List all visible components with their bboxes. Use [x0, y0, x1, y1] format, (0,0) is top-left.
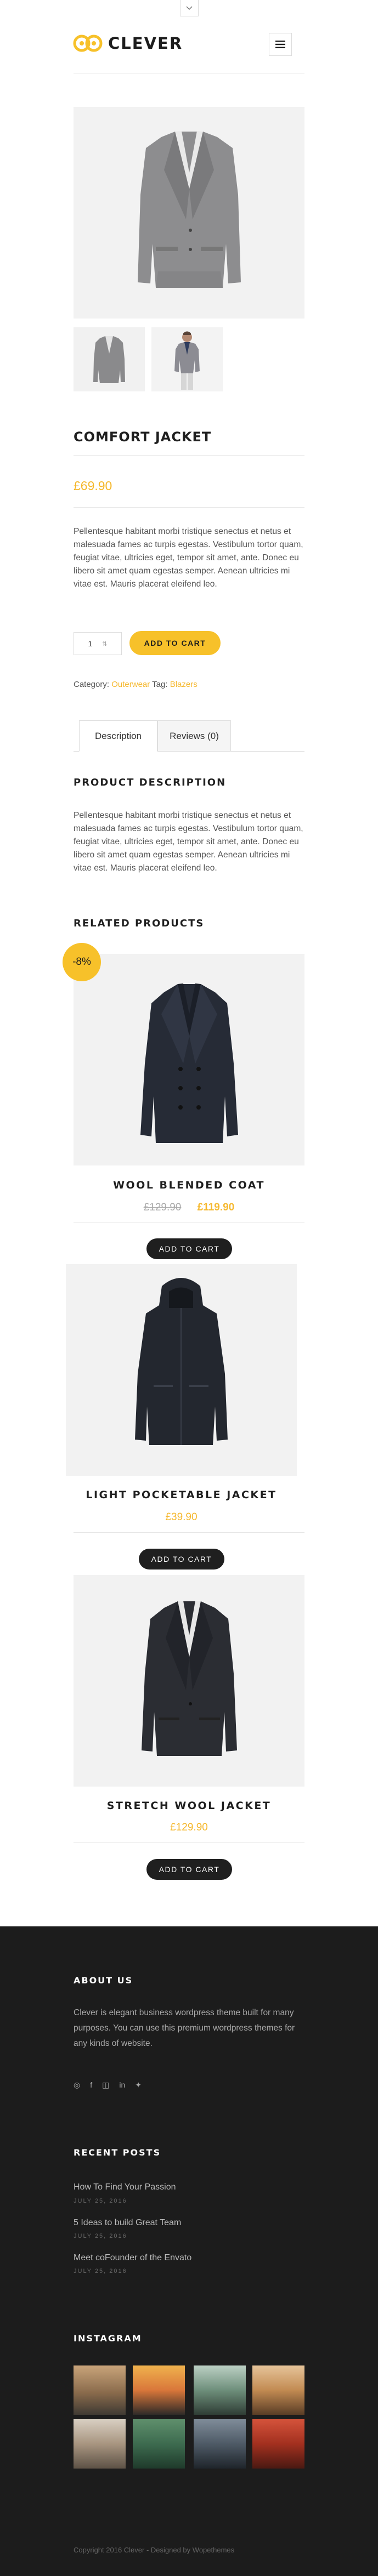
instagram-photo[interactable]	[194, 2419, 246, 2469]
product-thumbnail-1[interactable]	[74, 327, 145, 391]
twitter-icon[interactable]: ✦	[135, 2080, 142, 2090]
logo-text: CLEVER	[108, 34, 183, 53]
related-add-to-cart-button[interactable]: ADD TO CART	[146, 1238, 232, 1259]
facebook-icon[interactable]: f	[90, 2080, 92, 2090]
recent-posts-title: RECENT POSTS	[74, 2147, 161, 2158]
title-divider	[74, 455, 304, 456]
sale-badge: -8%	[63, 943, 101, 981]
copyright-text: Copyright 2016 Clever - Designed by Wope…	[74, 2546, 235, 2554]
instagram-photo[interactable]	[194, 2365, 246, 2415]
model-wearing-blazer-thumb	[174, 331, 200, 390]
pocketable-jacket-illustration	[135, 1278, 228, 1445]
description-section-text: Pellentesque habitant morbi tristique se…	[74, 811, 303, 873]
add-to-cart-button[interactable]: ADD TO CART	[129, 631, 221, 655]
instagram-photo[interactable]	[133, 2365, 185, 2415]
recent-post-link[interactable]: How To Find Your Passion	[74, 2182, 176, 2192]
related-products-title: RELATED PRODUCTS	[74, 918, 205, 929]
instagram-photo[interactable]	[133, 2419, 185, 2469]
related-item-divider	[74, 1532, 304, 1533]
tag-label: Tag:	[152, 680, 168, 689]
instagram-photo[interactable]	[252, 2365, 304, 2415]
grey-blazer-thumb	[93, 336, 125, 383]
quantity-stepper[interactable]: 1 ⇅	[74, 632, 122, 655]
chevron-down-icon	[186, 5, 193, 10]
product-meta: Category: Outerwear Tag: Blazers	[74, 680, 198, 689]
product-thumbnail-2[interactable]	[151, 327, 223, 391]
social-links: ◎ f ◫ in ✦	[74, 2080, 142, 2090]
related-product-name[interactable]: LIGHT POCKETABLE JACKET	[66, 1489, 297, 1501]
quantity-value[interactable]: 1	[88, 639, 92, 648]
description-section-title: PRODUCT DESCRIPTION	[74, 777, 227, 788]
tab-reviews[interactable]: Reviews (0)	[157, 720, 231, 752]
product-short-description: Pellentesque habitant morbi tristique se…	[74, 527, 303, 589]
instagram-photo[interactable]	[74, 2365, 126, 2415]
top-panel-toggle[interactable]	[180, 0, 199, 16]
instagram-photo[interactable]	[74, 2419, 126, 2469]
related-add-to-cart-button[interactable]: ADD TO CART	[146, 1859, 232, 1880]
linkedin-icon[interactable]: in	[119, 2080, 125, 2090]
related-product-price: £39.90	[165, 1511, 198, 1523]
hamburger-icon	[275, 41, 285, 48]
grey-blazer-illustration	[138, 131, 241, 288]
wool-coat-illustration	[140, 983, 238, 1143]
related-product-name[interactable]: STRETCH WOOL JACKET	[74, 1800, 304, 1812]
related-product-image[interactable]	[66, 1264, 297, 1476]
recent-post-date: JULY 25, 2016	[74, 2233, 127, 2239]
tag-link[interactable]: Blazers	[170, 680, 198, 689]
logo-mark-icon	[73, 35, 103, 52]
instagram-photo[interactable]	[252, 2419, 304, 2469]
menu-button[interactable]	[269, 33, 292, 56]
instagram-icon[interactable]: ◫	[102, 2080, 109, 2090]
dribbble-icon[interactable]: ◎	[74, 2080, 80, 2090]
product-main-image[interactable]	[74, 107, 304, 319]
old-price: £129.90	[143, 1202, 182, 1213]
recent-post-date: JULY 25, 2016	[74, 2268, 127, 2274]
price-divider	[74, 507, 304, 508]
related-product-price: £129.90	[170, 1822, 208, 1833]
related-product-name[interactable]: WOOL BLENDED COAT	[74, 1179, 304, 1191]
recent-post-link[interactable]: Meet coFounder of the Envato	[74, 2253, 191, 2263]
sale-price: £119.90	[197, 1202, 235, 1213]
related-product-image[interactable]	[74, 954, 304, 1165]
stepper-arrows-icon[interactable]: ⇅	[102, 640, 107, 647]
category-label: Category:	[74, 680, 110, 689]
about-us-title: ABOUT US	[74, 1975, 133, 1986]
related-add-to-cart-button[interactable]: ADD TO CART	[139, 1549, 224, 1570]
recent-post-date: JULY 25, 2016	[74, 2198, 127, 2204]
site-logo[interactable]: CLEVER	[73, 34, 183, 53]
related-product-image[interactable]	[74, 1575, 304, 1787]
product-price: £69.90	[74, 479, 112, 493]
product-title: COMFORT JACKET	[74, 429, 212, 445]
related-product-price: £129.90 £119.90	[74, 1202, 304, 1214]
tab-description[interactable]: Description	[79, 720, 157, 752]
category-link[interactable]: Outerwear	[111, 680, 150, 689]
stretch-wool-jacket-illustration	[142, 1601, 237, 1756]
instagram-title: INSTAGRAM	[74, 2333, 142, 2344]
recent-post-link[interactable]: 5 Ideas to build Great Team	[74, 2218, 181, 2228]
about-us-text: Clever is elegant business wordpress the…	[74, 2008, 295, 2048]
